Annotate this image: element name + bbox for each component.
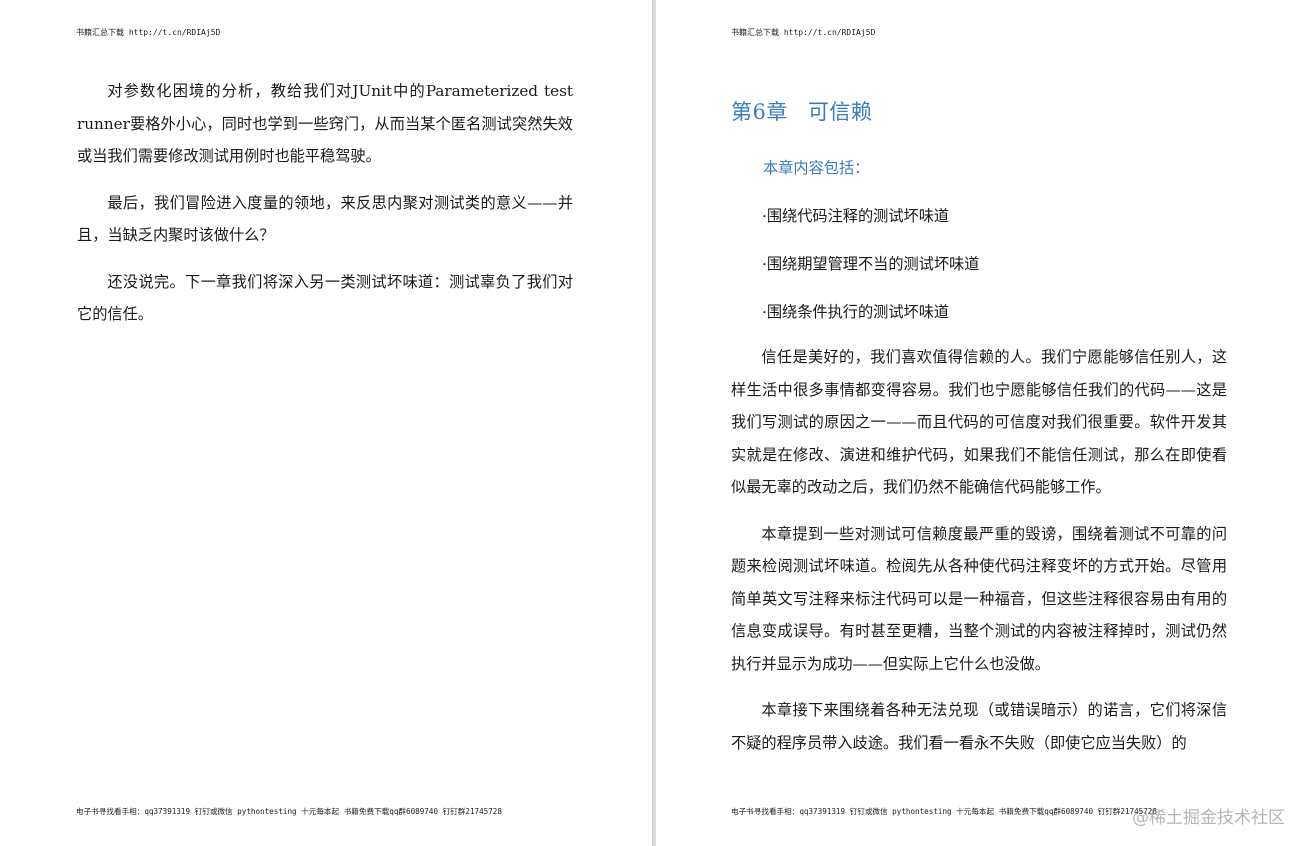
paragraph: 对参数化困境的分析，教给我们对JUnit中的Parameterized test… xyxy=(77,82,573,165)
paragraph: 本章接下来围绕着各种无法兑现（或错误暗示）的诺言，它们将深信不疑的程序员带入歧途… xyxy=(731,701,1227,752)
chapter-name: 可信赖 xyxy=(807,100,873,124)
contents-bullet: ·围绕代码注释的测试坏味道 xyxy=(762,207,950,225)
contents-bullet: ·围绕条件执行的测试坏味道 xyxy=(762,303,950,321)
chapter-number: 第6章 xyxy=(731,100,788,124)
page-footer: 电子书寻找看手相：qq37391319 钉钉或微信 pythontesting … xyxy=(731,807,1157,816)
page-footer: 电子书寻找看手相：qq37391319 钉钉或微信 pythontesting … xyxy=(76,807,502,816)
paragraph: 本章提到一些对测试可信赖度最严重的毁谤，围绕着测试不可靠的问题来检阅测试坏味道。… xyxy=(731,524,1227,673)
paragraph: 信任是美好的，我们喜欢值得信赖的人。我们宁愿能够信任别人，这样生活中很多事情都变… xyxy=(731,348,1227,496)
contents-heading: 本章内容包括： xyxy=(763,159,870,177)
right-page: 书籍汇总下载 http://t.cn/RDIAj5D 第6章 可信赖 本章内容包括… xyxy=(656,0,1309,846)
site-watermark: @稀土掘金技术社区 xyxy=(1132,808,1285,828)
page-header: 书籍汇总下载 http://t.cn/RDIAj5D xyxy=(76,28,221,37)
page-body: 信任是美好的，我们喜欢值得信赖的人。我们宁愿能够信任别人，这样生活中很多事情都变… xyxy=(731,341,1227,773)
contents-bullet: ·围绕期望管理不当的测试坏味道 xyxy=(762,255,980,273)
page-header: 书籍汇总下载 http://t.cn/RDIAj5D xyxy=(731,28,876,37)
page-body: 对参数化困境的分析，教给我们对JUnit中的Parameterized test… xyxy=(77,75,573,345)
paragraph: 最后，我们冒险进入度量的领地，来反思内聚对测试类的意义——并且，当缺乏内聚时该做… xyxy=(77,193,573,245)
paragraph: 还没说完。下一章我们将深入另一类测试坏味道：测试辜负了我们对它的信任。 xyxy=(77,272,573,324)
chapter-title: 第6章 可信赖 xyxy=(731,96,872,126)
left-page: 书籍汇总下载 http://t.cn/RDIAj5D 对参数化困境的分析，教给我… xyxy=(0,0,652,846)
